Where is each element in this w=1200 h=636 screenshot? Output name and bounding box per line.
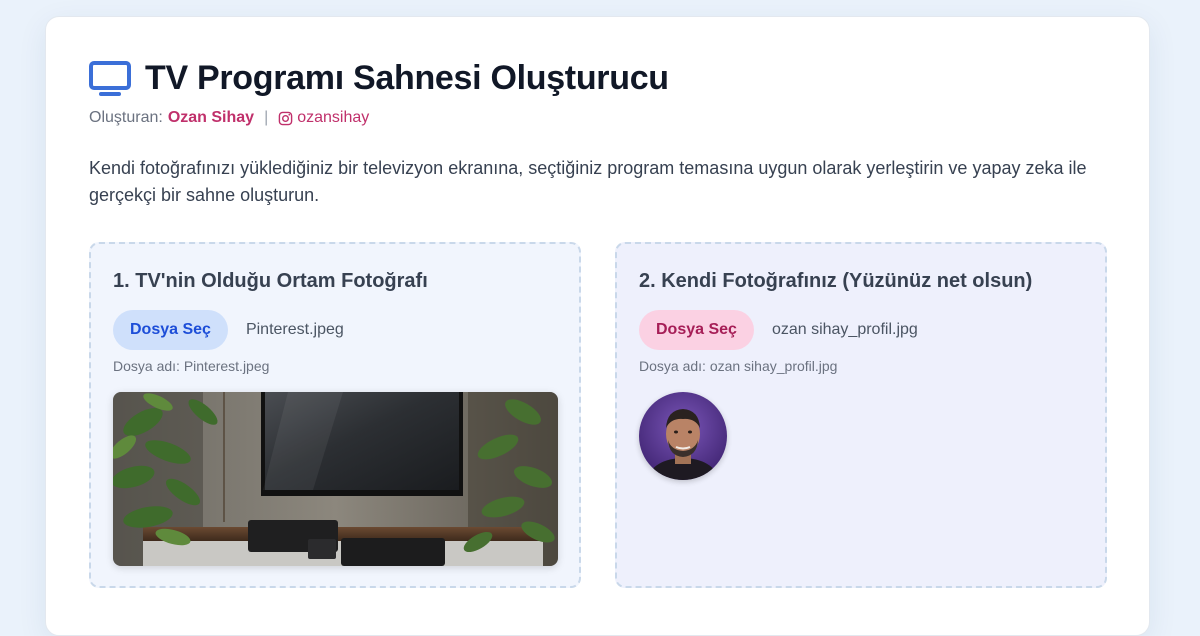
- main-card: TV Programı Sahnesi Oluşturucu Oluşturan…: [45, 16, 1150, 636]
- header: TV Programı Sahnesi Oluşturucu: [89, 59, 669, 98]
- panel-title: 2. Kendi Fotoğrafınız (Yüzünüz net olsun…: [639, 270, 1033, 292]
- page-title: TV Programı Sahnesi Oluşturucu: [145, 59, 669, 97]
- instagram-icon: [278, 111, 293, 125]
- selected-file-name: Pinterest.jpeg: [245, 321, 344, 338]
- panel-title: 1. TV'nin Olduğu Ortam Fotoğrafı: [113, 270, 428, 292]
- byline-label: Oluşturan:: [89, 109, 163, 126]
- description: Kendi fotoğrafınızı yüklediğiniz bir tel…: [89, 158, 1087, 205]
- instagram-link[interactable]: ozansihay: [297, 109, 369, 127]
- tv-room-preview-image: [113, 392, 558, 566]
- tv-icon: [89, 60, 131, 96]
- file-meta: Dosya adı: Pinterest.jpeg: [113, 358, 270, 374]
- user-photo-upload-panel: 2. Kendi Fotoğrafınız (Yüzünüz net olsun…: [615, 242, 1107, 588]
- file-input-row: Dosya Seç Pinterest.jpeg: [113, 310, 344, 350]
- author-name: Ozan Sihay: [167, 109, 255, 126]
- user-photo-preview: [639, 392, 727, 480]
- file-meta: Dosya adı: ozan sihay_profil.jpg: [639, 358, 838, 374]
- choose-file-button[interactable]: Dosya Seç: [639, 310, 754, 350]
- file-input-row: Dosya Seç ozan sihay_profil.jpg: [639, 310, 918, 350]
- choose-file-button[interactable]: Dosya Seç: [113, 310, 228, 350]
- selected-file-name: ozan sihay_profil.jpg: [771, 321, 918, 338]
- byline-separator: |: [264, 109, 269, 126]
- tv-environment-upload-panel: 1. TV'nin Olduğu Ortam Fotoğrafı Dosya S…: [89, 242, 581, 588]
- byline: Oluşturan: Ozan Sihay | ozansihay: [89, 109, 369, 127]
